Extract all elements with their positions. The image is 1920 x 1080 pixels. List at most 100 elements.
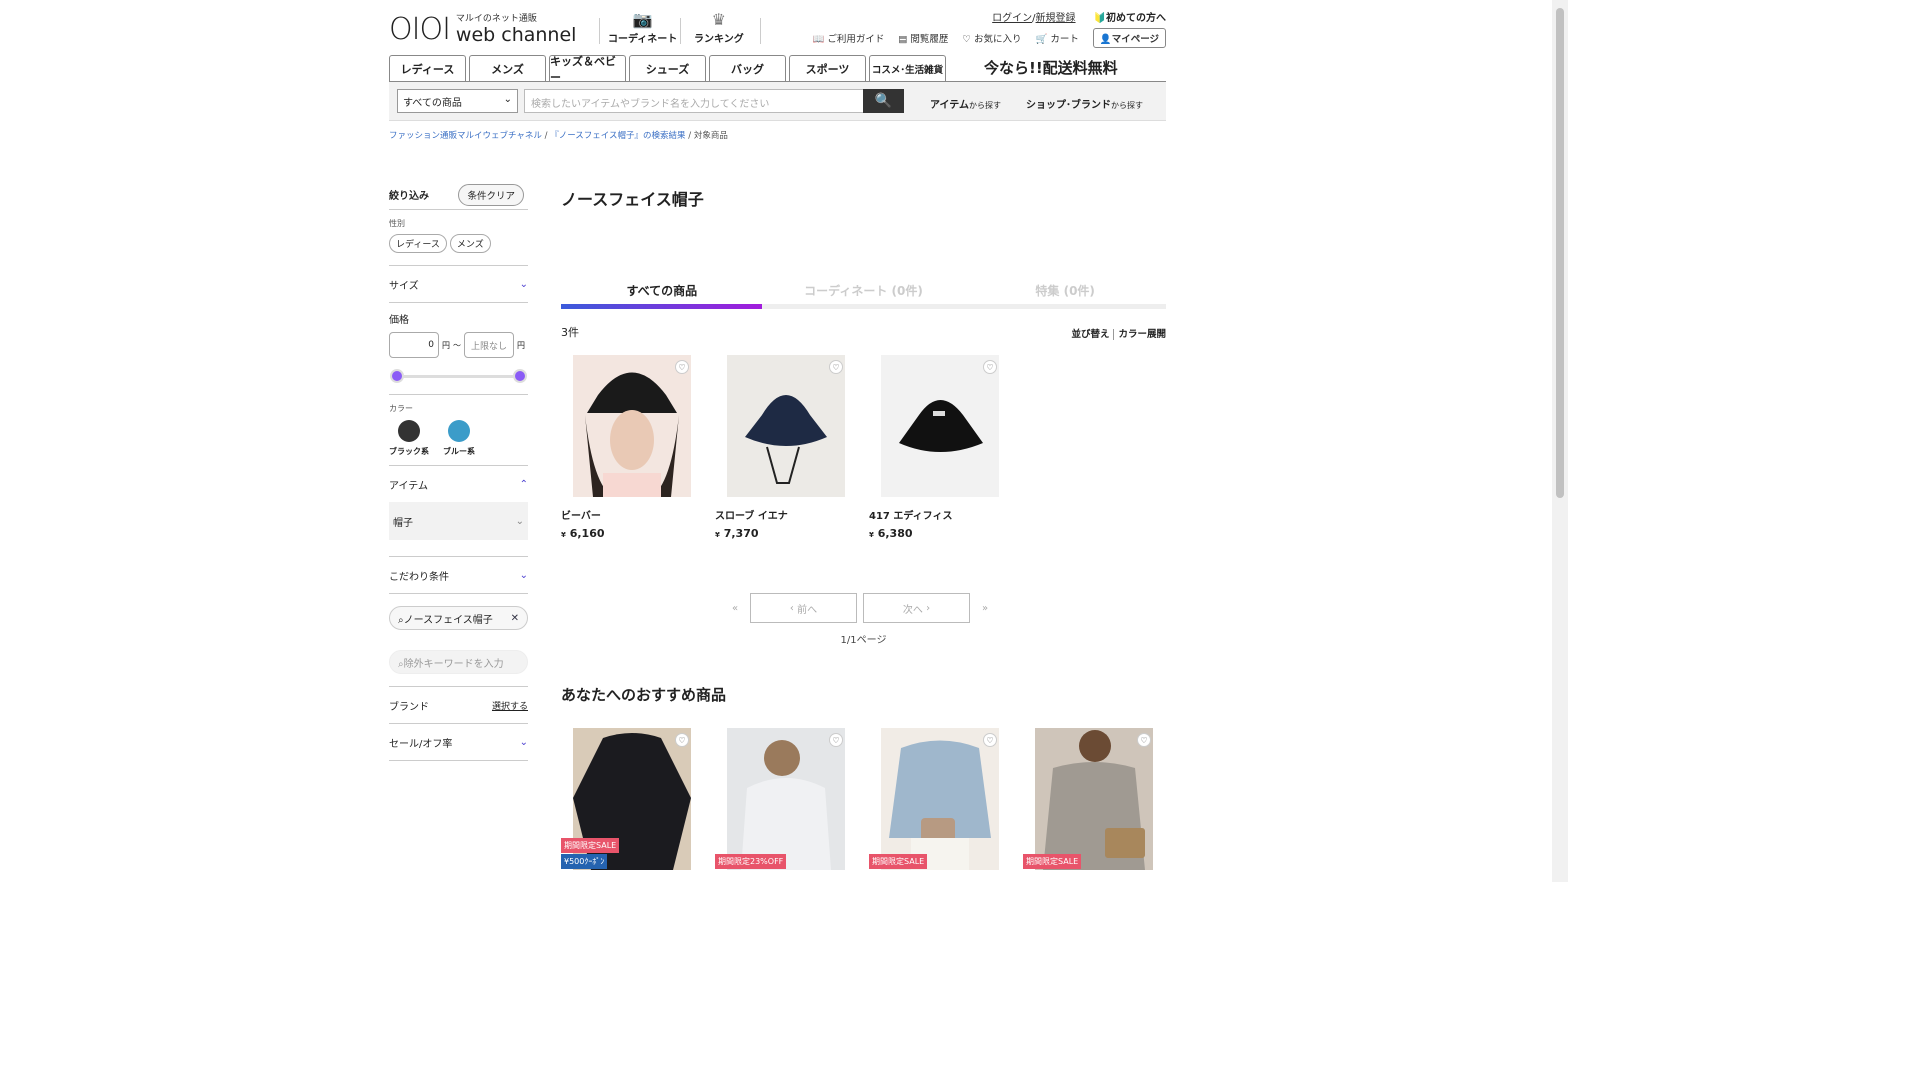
next-label: 次へ: [902, 604, 923, 616]
sort-link[interactable]: 並び替え: [1067, 329, 1113, 340]
guide-link[interactable]: 📖 ご利用ガイド: [812, 31, 884, 45]
brand-select-link[interactable]: 選択する: [492, 699, 528, 712]
sale-badge: 期間限定SALE: [561, 838, 620, 853]
category-tab[interactable]: バッグ: [709, 55, 786, 81]
favorite-heart-icon[interactable]: ♡: [983, 360, 997, 374]
price-slider-min-handle[interactable]: [390, 369, 404, 383]
clear-filters-button[interactable]: 条件クリア: [458, 183, 524, 206]
favorite-heart-icon[interactable]: ♡: [829, 360, 843, 374]
next-page-button[interactable]: 次へ ›: [863, 593, 970, 623]
product-name[interactable]: 417 エディフィス: [869, 507, 987, 522]
category-tab[interactable]: スポーツ: [789, 55, 866, 81]
favorite-heart-icon[interactable]: ♡: [675, 733, 689, 747]
chevron-left-icon: ‹: [789, 602, 794, 614]
category-tab[interactable]: シューズ: [629, 55, 706, 81]
first-time-link[interactable]: 🔰初めての方へ: [1094, 9, 1166, 24]
category-tab[interactable]: メンズ: [469, 55, 546, 81]
filter-sidebar: 絞り込み 条件クリア 性別 レディース メンズ サイズ ⌄ 価格 0 円～ 上限なし円…: [389, 180, 528, 761]
history-icon: ▤: [898, 34, 908, 45]
recommended-card[interactable]: ♡ 期間限定SALE: [1023, 728, 1153, 870]
breadcrumb-link[interactable]: ファッション通販マルイウェブチャネル: [389, 131, 542, 141]
color-option-black[interactable]: ブラック系: [389, 420, 429, 457]
cart-link[interactable]: 🛒 カート: [1035, 31, 1078, 45]
login-link[interactable]: ログイン: [992, 13, 1032, 24]
free-shipping-banner[interactable]: 今なら!!配送料無料: [984, 57, 1118, 78]
product-image[interactable]: ♡: [727, 728, 845, 870]
mypage-button[interactable]: 👤マイページ: [1092, 28, 1166, 48]
product-image[interactable]: ♡: [881, 728, 999, 870]
breadcrumb-link[interactable]: 『ノースフェイス帽子』の検索結果: [550, 131, 685, 141]
size-filter[interactable]: サイズ ⌄: [389, 274, 528, 294]
search-by-item-link[interactable]: アイテムから探す: [930, 96, 1001, 111]
page-scrollbar[interactable]: [1552, 0, 1568, 882]
filter-title: 絞り込み: [389, 191, 429, 202]
color-label: カラー: [389, 404, 413, 413]
close-icon[interactable]: ✕: [511, 613, 519, 624]
favorites-link[interactable]: ♡ お気に入り: [962, 31, 1021, 45]
product-card[interactable]: ♡ ビーバー ¥ 6,160: [561, 355, 691, 540]
product-card[interactable]: ♡ 417 エディフィス ¥ 6,380: [869, 355, 999, 540]
book-icon: 📖: [812, 34, 825, 45]
favorite-heart-icon[interactable]: ♡: [675, 360, 689, 374]
page-title: ノースフェイス帽子: [561, 190, 704, 209]
exclude-keyword-input[interactable]: ⌕除外キーワードを入力: [389, 650, 528, 674]
search-by-shop-link[interactable]: ショップ･ブランドから探す: [1026, 96, 1143, 111]
price-max-input[interactable]: 上限なし: [464, 332, 514, 358]
favorite-heart-icon[interactable]: ♡: [829, 733, 843, 747]
account-links: ログイン/新規登録 🔰初めての方へ: [992, 9, 1166, 24]
category-tab[interactable]: レディース: [389, 55, 466, 81]
recommended-card[interactable]: ♡ 期間限定23%OFF: [715, 728, 845, 870]
product-card[interactable]: ♡ スローブ イエナ ¥ 7,370: [715, 355, 845, 540]
product-price: ¥ 6,160: [561, 527, 679, 540]
prev-page-button[interactable]: ‹ 前へ: [750, 593, 857, 623]
recommendation-title: あなたへのおすすめ商品: [561, 686, 727, 704]
first-page-icon: «: [731, 602, 739, 614]
search-input[interactable]: 検索したいアイテムやブランド名を入力してください: [524, 89, 864, 113]
product-name[interactable]: スローブ イエナ: [715, 507, 833, 522]
price-label: 価格: [389, 315, 409, 326]
favorite-heart-icon[interactable]: ♡: [1137, 733, 1151, 747]
nav-ranking[interactable]: ♛ ランキング: [694, 10, 744, 45]
history-link[interactable]: ▤ 閲覧履歴: [898, 31, 948, 45]
product-image[interactable]: ♡: [727, 355, 845, 497]
product-name[interactable]: ビーバー: [561, 507, 679, 522]
keyword-chip[interactable]: ⌕ノースフェイス帽子 ✕: [389, 606, 528, 630]
product-image[interactable]: ♡: [573, 355, 691, 497]
category-tab[interactable]: コスメ･生活雑貨: [869, 55, 946, 81]
product-image[interactable]: ♡: [881, 355, 999, 497]
item-select[interactable]: 帽子 ⌄: [389, 502, 528, 540]
sale-badge: 期間限定SALE: [869, 854, 928, 869]
price-slider[interactable]: [389, 366, 528, 386]
gender-option[interactable]: メンズ: [449, 234, 491, 253]
recommended-card[interactable]: ♡ 期間限定SALE ¥500ｸｰﾎﾟﾝ: [561, 728, 691, 870]
main-content: ノースフェイス帽子 すべての商品 コーディネート (0件) 特集 (0件) 3件…: [561, 180, 1166, 870]
search-category-select[interactable]: すべての商品 ⌄: [397, 89, 518, 113]
register-link[interactable]: 新規登録: [1036, 13, 1076, 24]
recommended-card[interactable]: ♡ 期間限定SALE: [869, 728, 999, 870]
product-image[interactable]: ♡: [1035, 728, 1153, 870]
color-name: ブラック系: [389, 447, 429, 456]
gender-option[interactable]: レディース: [389, 234, 447, 253]
logo-title: web channel: [455, 23, 577, 46]
scrollbar-thumb[interactable]: [1556, 8, 1564, 498]
price-value: 6,380: [877, 527, 913, 540]
sale-filter[interactable]: セール/オフ率 ⌄: [389, 732, 528, 752]
page: OIOI マルイのネット通販 web channel 📷 コーディネート ♛ ラ…: [0, 0, 1568, 882]
price-min-input[interactable]: 0: [389, 332, 439, 358]
site-logo[interactable]: OIOI マルイのネット通販 web channel: [389, 12, 576, 47]
kodawari-filter[interactable]: こだわり条件 ⌄: [389, 565, 528, 585]
color-expand-link[interactable]: カラー展開: [1114, 329, 1170, 340]
color-option-blue[interactable]: ブルー系: [443, 420, 475, 457]
crown-icon: ♛: [711, 10, 727, 29]
yen-mark: ¥: [715, 531, 720, 539]
size-label: サイズ: [389, 280, 419, 292]
nav-coordinate[interactable]: 📷 コーディネート: [608, 10, 677, 45]
favorite-heart-icon[interactable]: ♡: [983, 733, 997, 747]
item-filter[interactable]: アイテム ⌃: [389, 474, 528, 494]
price-slider-max-handle[interactable]: [513, 369, 527, 383]
search-button[interactable]: 🔍: [863, 89, 904, 113]
cart-label: カート: [1050, 34, 1079, 45]
breadcrumb: ファッション通販マルイウェブチャネル / 『ノースフェイス帽子』の検索結果 / …: [389, 131, 728, 141]
keyword-value: ノースフェイス帽子: [403, 614, 493, 626]
category-tab[interactable]: キッズ＆ベビー: [549, 55, 626, 84]
